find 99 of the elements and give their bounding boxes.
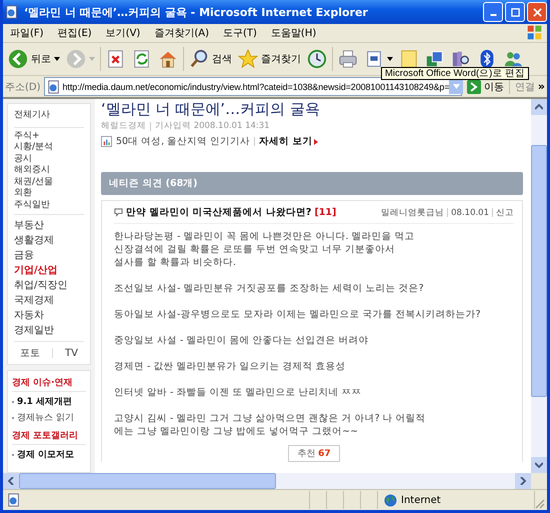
comment-paragraph: 경제면 - 값싼 멜라민분유가 일으키는 경제적 효용성: [114, 360, 347, 373]
windows-logo-icon: [526, 24, 543, 41]
address-field[interactable]: http://media.daum.net/economic/industry/view.html?cateid=1038&newsid=20081001143108249&p=: [44, 77, 462, 96]
dropdown-caret-icon: [89, 57, 95, 61]
category-link[interactable]: 금융: [14, 248, 84, 263]
globe-icon: [384, 494, 397, 506]
details-link[interactable]: 자세히 보기: [259, 135, 318, 148]
category-link[interactable]: 공시: [14, 154, 84, 165]
article-title: ‘멜라민 너 때문에’…커피의 굴욕: [101, 100, 321, 119]
section-heading: 경제 이슈·연재: [12, 374, 86, 392]
dropdown-caret-icon: [452, 84, 460, 89]
comment-paragraph: 한나라당논평 - 멜라민이 꼭 몸에 나쁜것만은 아니다. 멜라민을 먹고 신장결석에 걸릴 확률은 로또를 두번 연속맞고 너무 기분좋아서 설사를 할 확률과 비슷하다.: [114, 230, 416, 269]
series-link[interactable]: 경제 이모저모: [17, 448, 74, 461]
page-icon: [46, 80, 61, 94]
scrollbar-corner: [531, 473, 547, 489]
comment-paragraph: 고양시 김씨 - 멜라민 그거 그냥 삶아먹으면 괜찮은 거 아녀? 나 어릴적 에는 그냥 멜라민이랑 그냥 밥에도 넣어먹구 그랬어~~: [114, 412, 427, 438]
comment-author: 밀레니엄롯급님: [381, 206, 444, 218]
recommend-button[interactable]: 추천 67: [288, 445, 340, 462]
comments-header: 네티즌 의견 (68개): [101, 172, 523, 195]
menu-item[interactable]: 보기(V): [98, 26, 148, 40]
refresh-icon: [132, 49, 152, 69]
menu-item[interactable]: 도움말(H): [264, 26, 324, 40]
search-button[interactable]: 검색: [186, 45, 235, 73]
comment-date: 08.10.01: [451, 208, 489, 218]
page-icon: [5, 5, 19, 19]
category-link[interactable]: 시황/분석: [14, 142, 84, 154]
menu-item[interactable]: 파일(F): [3, 26, 51, 40]
menu-item[interactable]: 도구(T): [216, 26, 264, 40]
comment-paragraph: 동아일보 사설-광우병으로도 모자라 이제는 멜라민으로 국가를 전복시키려하는가?: [114, 308, 482, 321]
category-link[interactable]: 취업/직장인: [14, 278, 84, 293]
article-source: 헤럴드경제: [101, 120, 146, 132]
windows-icon: [425, 49, 445, 69]
arrow-icon: [314, 138, 318, 144]
minimize-icon: [490, 14, 496, 16]
media-tab[interactable]: TV: [65, 348, 78, 358]
address-label: 주소(D): [5, 80, 41, 94]
category-link[interactable]: 외환: [14, 188, 84, 200]
stop-icon: [106, 49, 126, 69]
scroll-right-button[interactable]: [515, 473, 531, 489]
category-link[interactable]: 국제경제: [14, 293, 84, 308]
scroll-thumb[interactable]: [19, 473, 276, 489]
window-title: ‘멜라민 너 때문에’…커피의 굴욕 - Microsoft Internet Explorer: [24, 4, 369, 20]
category-link[interactable]: 기업/산업: [14, 263, 84, 278]
dropdown-caret-icon: [387, 57, 393, 61]
security-zone-label: Internet: [401, 494, 441, 506]
category-link[interactable]: 전체기사: [14, 110, 84, 122]
comment-paragraph: 중앙일보 사설 - 멜라민이 몸에 안좋다는 선입견은 버려야: [114, 334, 370, 347]
menu-item[interactable]: 편집(E): [50, 26, 99, 40]
category-link[interactable]: 경제일반: [14, 323, 84, 338]
scroll-down-button[interactable]: [531, 457, 547, 473]
back-button[interactable]: 뒤로: [5, 45, 63, 73]
section-heading: 경제 포토갤러리: [12, 427, 86, 445]
comment-title[interactable]: 만약 멜라민이 미국산제품에서 나왔다면?: [126, 206, 312, 219]
category-link[interactable]: 부동산: [14, 218, 84, 233]
comment-paragraph: 조선일보 사설- 멜라민분유 거짓공포를 조장하는 세력이 노리는 것은?: [114, 282, 425, 295]
scroll-thumb[interactable]: [531, 145, 547, 397]
books-icon: [451, 49, 471, 69]
speech-bubble-icon: [114, 208, 123, 217]
printer-icon: [338, 49, 358, 69]
messenger-people-icon: [503, 49, 523, 69]
close-button[interactable]: [527, 2, 547, 22]
document-edit-icon: [364, 49, 384, 69]
minimize-button[interactable]: [483, 2, 503, 22]
horizontal-scrollbar[interactable]: [3, 473, 547, 489]
category-link[interactable]: 주식일반: [14, 200, 84, 211]
maximize-button[interactable]: [505, 2, 525, 22]
history-clock-icon: [307, 49, 327, 69]
category-link[interactable]: 생활경제: [14, 233, 84, 248]
series-link[interactable]: 경제뉴스 읽기: [17, 411, 74, 424]
popular-articles-text: 50대 여성, 울산지역 인기기사: [116, 135, 250, 148]
maximize-icon: [510, 8, 520, 16]
menu-item[interactable]: 즐겨찾기(A): [147, 26, 216, 40]
star-icon: [238, 49, 258, 69]
favorites-button[interactable]: 즐겨찾기: [235, 45, 304, 73]
go-button[interactable]: 이동: [464, 80, 506, 94]
toolbar-overflow-button[interactable]: »: [538, 80, 545, 93]
resize-grip-icon[interactable]: [535, 499, 545, 509]
reply-count: [11]: [314, 207, 336, 218]
article-date: 기사입력 2008.10.01 14:31: [155, 120, 270, 132]
search-icon: [189, 49, 209, 69]
address-dropdown-button[interactable]: [449, 79, 464, 94]
close-icon: [532, 8, 542, 16]
category-link[interactable]: 주식+: [14, 130, 84, 142]
bar-chart-icon: [101, 136, 112, 147]
dropdown-caret-icon: [54, 57, 60, 61]
home-icon: [158, 49, 178, 69]
page-icon: [7, 493, 21, 507]
tooltip: Microsoft Office Word(으)로 편집: [381, 67, 529, 80]
comment-paragraph: 인터넷 알바 - 좌빨들 이젠 또 멜라민으로 난리치네 ㅉㅉ: [114, 386, 363, 399]
scroll-left-button[interactable]: [3, 473, 19, 489]
scroll-up-button[interactable]: [531, 99, 547, 115]
category-link[interactable]: 해외증시: [14, 165, 84, 176]
report-link[interactable]: 신고: [496, 206, 514, 218]
series-link[interactable]: 9.1 세제개편: [17, 395, 72, 408]
note-icon: [399, 49, 419, 69]
category-link[interactable]: 자동차: [14, 308, 84, 323]
category-link[interactable]: 채권/선물: [14, 176, 84, 188]
media-tab[interactable]: 포토: [20, 346, 40, 360]
vertical-scrollbar[interactable]: [531, 99, 547, 473]
